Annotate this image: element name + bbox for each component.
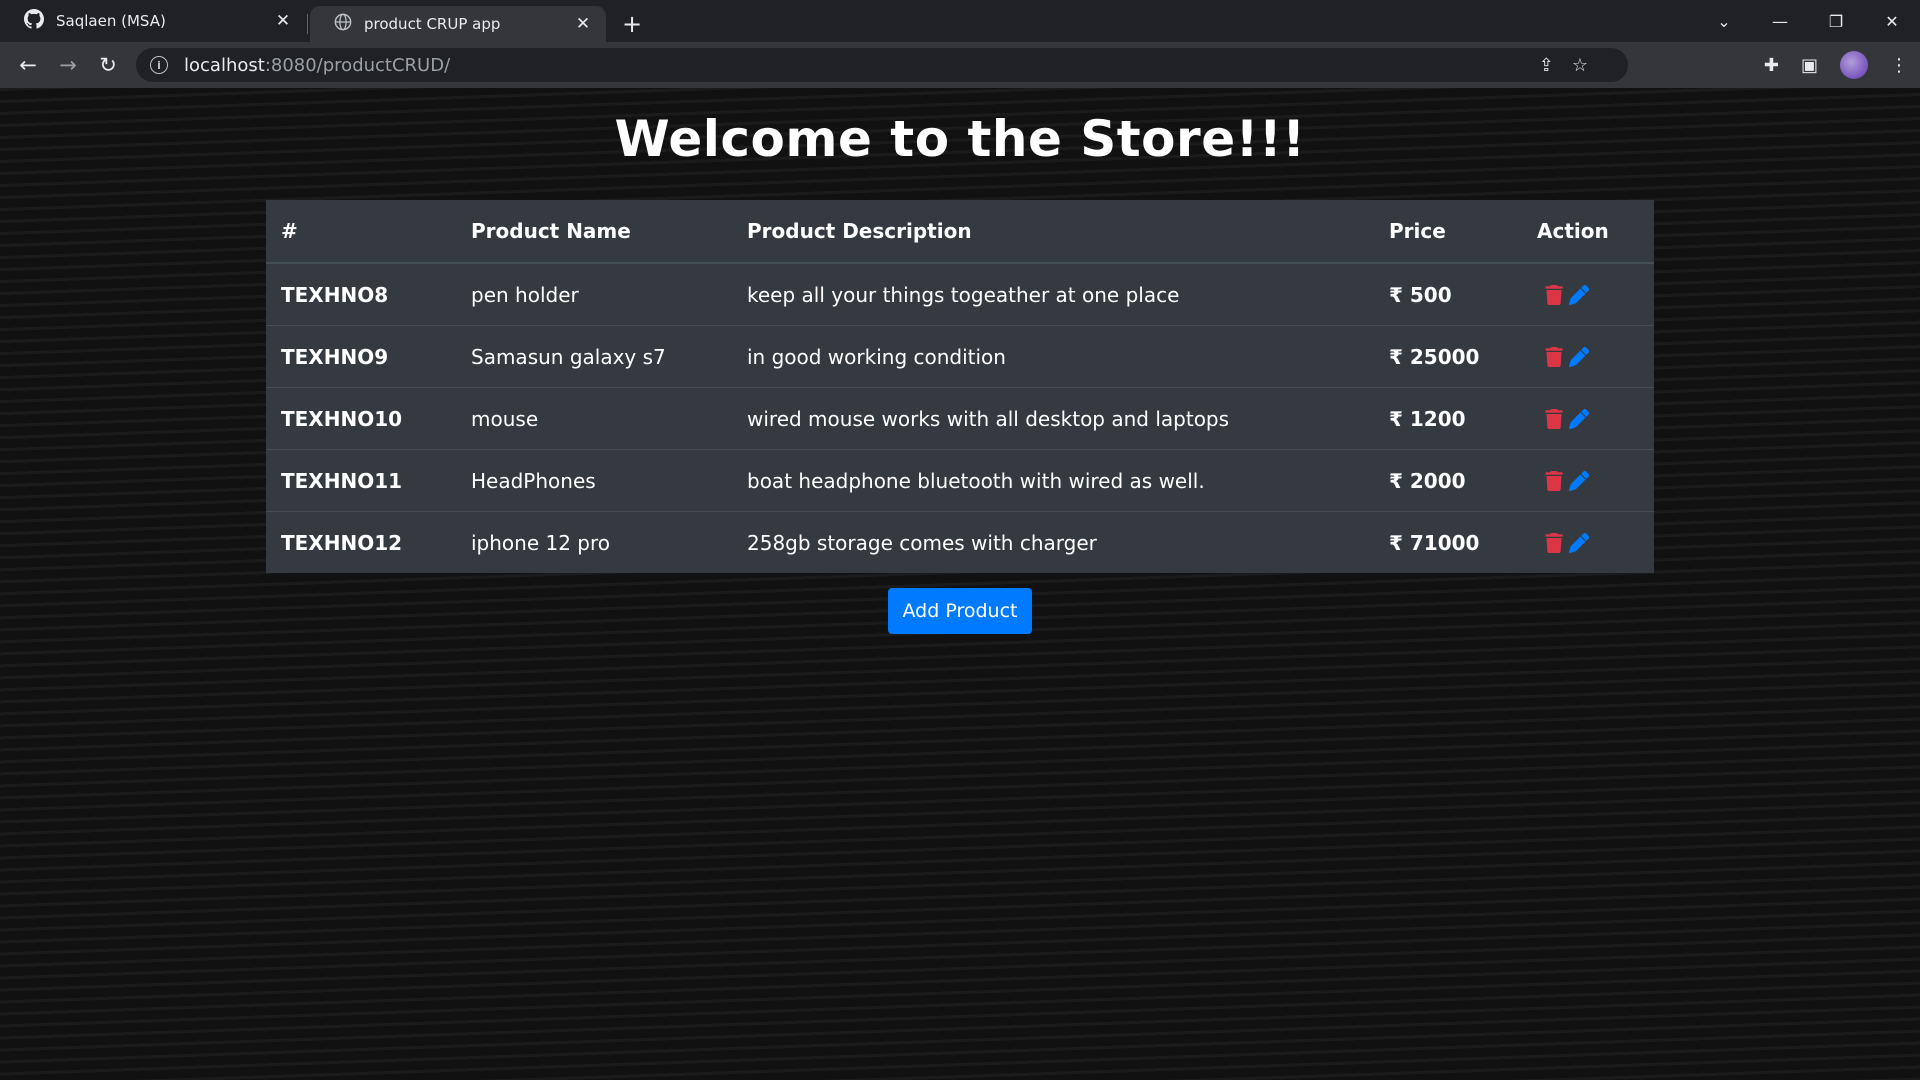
table-row: TEXHNO9 Samasun galaxy s7 in good workin… (266, 325, 1654, 388)
tab-search-icon[interactable]: ⌄ (1696, 12, 1752, 31)
url-text: localhost:8080/productCRUD/ (184, 55, 450, 76)
product-price: ₹ 500 (1374, 262, 1522, 326)
menu-kebab-icon[interactable]: ⋮ (1890, 55, 1908, 76)
close-icon[interactable]: ✕ (574, 14, 592, 34)
product-price: ₹ 25000 (1374, 325, 1522, 388)
pencil-icon[interactable] (1569, 408, 1589, 429)
product-actions (1522, 449, 1654, 512)
product-name: mouse (456, 387, 732, 450)
product-actions (1522, 325, 1654, 388)
pencil-icon[interactable] (1569, 470, 1589, 491)
product-price: ₹ 71000 (1374, 511, 1522, 573)
pencil-icon[interactable] (1569, 346, 1589, 367)
product-actions (1522, 387, 1654, 450)
trash-icon[interactable] (1545, 346, 1563, 367)
header-id: # (266, 200, 456, 264)
minimize-icon[interactable]: — (1752, 12, 1808, 31)
product-id: TEXHNO8 (266, 262, 456, 326)
url-host: localhost (184, 54, 265, 76)
product-description: keep all your things togeather at one pl… (732, 262, 1374, 326)
close-icon[interactable]: ✕ (274, 11, 292, 31)
product-description: 258gb storage comes with charger (732, 511, 1374, 573)
browser-toolbar: ← → ↻ i localhost:8080/productCRUD/ ⇪ ☆ … (0, 42, 1920, 88)
product-actions (1522, 262, 1654, 326)
reload-icon[interactable]: ↻ (88, 45, 128, 85)
header-price: Price (1374, 200, 1522, 264)
forward-icon[interactable]: → (48, 45, 88, 85)
info-icon[interactable]: i (150, 56, 168, 74)
tab-title: Saqlaen (MSA) (56, 12, 166, 30)
profile-avatar[interactable] (1840, 51, 1868, 79)
table-row: TEXHNO10 mouse wired mouse works with al… (266, 387, 1654, 450)
tab-divider (307, 14, 308, 34)
restore-icon[interactable]: ❐ (1808, 12, 1864, 31)
table-header-row: # Product Name Product Description Price… (266, 200, 1654, 264)
product-name: HeadPhones (456, 449, 732, 512)
product-id: TEXHNO9 (266, 325, 456, 388)
trash-icon[interactable] (1545, 284, 1563, 305)
window-controls: ⌄ — ❐ ✕ (1696, 0, 1920, 42)
tab-product-crud[interactable]: product CRUP app ✕ (310, 6, 606, 42)
header-product-name: Product Name (456, 200, 732, 264)
trash-icon[interactable] (1545, 470, 1563, 491)
pencil-icon[interactable] (1569, 532, 1589, 553)
tab-strip: Saqlaen (MSA) ✕ product CRUP app ✕ + ⌄ —… (0, 0, 1920, 42)
tab-title: product CRUP app (364, 15, 501, 33)
header-product-description: Product Description (732, 200, 1374, 264)
side-panel-icon[interactable]: ▣ (1801, 55, 1818, 76)
table-row: TEXHNO11 HeadPhones boat headphone bluet… (266, 449, 1654, 512)
back-icon[interactable]: ← (8, 45, 48, 85)
trash-icon[interactable] (1545, 532, 1563, 553)
product-id: TEXHNO12 (266, 511, 456, 573)
share-icon[interactable]: ⇪ (1539, 55, 1554, 76)
extensions-icon[interactable]: ✚ (1764, 55, 1779, 76)
address-bar[interactable]: i localhost:8080/productCRUD/ ⇪ ☆ (136, 48, 1628, 82)
toolbar-right: ✚ ▣ ⋮ (1764, 48, 1908, 82)
add-product-button[interactable]: Add Product (888, 588, 1032, 634)
product-price: ₹ 2000 (1374, 449, 1522, 512)
address-bar-actions: ⇪ ☆ (1539, 55, 1588, 76)
trash-icon[interactable] (1545, 408, 1563, 429)
tab-github[interactable]: Saqlaen (MSA) ✕ (0, 0, 306, 42)
new-tab-icon[interactable]: + (622, 10, 642, 38)
product-name: pen holder (456, 262, 732, 326)
product-description: wired mouse works with all desktop and l… (732, 387, 1374, 450)
product-id: TEXHNO11 (266, 449, 456, 512)
page-content: Welcome to the Store!!! # Product Name P… (0, 88, 1920, 1080)
product-actions (1522, 511, 1654, 573)
globe-icon (334, 13, 352, 35)
product-description: boat headphone bluetooth with wired as w… (732, 449, 1374, 512)
page-title: Welcome to the Store!!! (614, 110, 1306, 168)
product-description: in good working condition (732, 325, 1374, 388)
products-table: # Product Name Product Description Price… (266, 200, 1654, 573)
product-name: iphone 12 pro (456, 511, 732, 573)
table-row: TEXHNO8 pen holder keep all your things … (266, 262, 1654, 326)
product-id: TEXHNO10 (266, 387, 456, 450)
pencil-icon[interactable] (1569, 284, 1589, 305)
product-name: Samasun galaxy s7 (456, 325, 732, 388)
table-row: TEXHNO12 iphone 12 pro 258gb storage com… (266, 511, 1654, 573)
header-action: Action (1522, 200, 1654, 264)
bookmark-star-icon[interactable]: ☆ (1572, 55, 1588, 76)
github-icon (24, 9, 45, 33)
product-price: ₹ 1200 (1374, 387, 1522, 450)
url-path: :8080/productCRUD/ (264, 54, 451, 76)
close-window-icon[interactable]: ✕ (1864, 12, 1920, 31)
